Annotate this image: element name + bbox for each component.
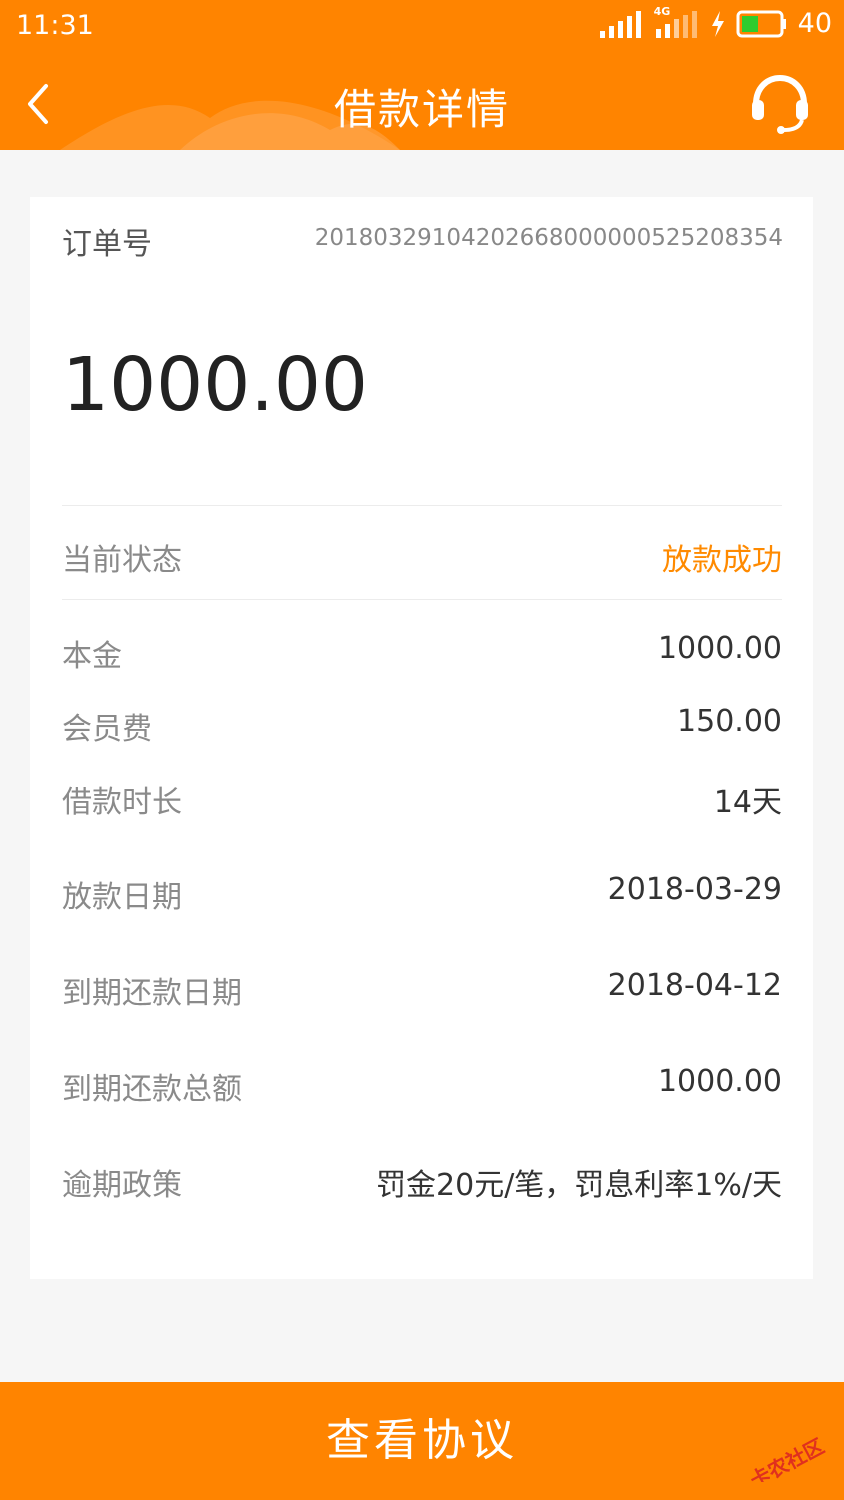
order-number-label: 订单号 — [62, 227, 152, 262]
charging-icon — [711, 10, 724, 37]
detail-row-disbursement-date: 放款日期 2018-03-29 — [62, 872, 782, 915]
footer-bar: 查看协议 卡农社区 — [0, 1382, 844, 1500]
status-icons: 4G 40 — [598, 5, 832, 39]
detail-value: 1000.00 — [657, 1064, 782, 1099]
view-agreement-button[interactable]: 查看协议 — [0, 1382, 844, 1500]
loan-amount: 1000.00 — [62, 342, 369, 428]
divider — [62, 505, 782, 506]
detail-row-overdue-policy: 逾期政策 罚金20元/笔，罚息利率1%/天 — [62, 1160, 782, 1203]
detail-value: 1000.00 — [657, 631, 782, 666]
status-value: 放款成功 — [662, 543, 782, 578]
order-number-value: 20180329104202668000000525208354 — [314, 225, 783, 251]
detail-row-member-fee: 会员费 150.00 — [62, 704, 782, 747]
watermark: 卡农社区 — [736, 1412, 836, 1493]
detail-value: 14天 — [713, 785, 782, 820]
status-row: 当前状态 放款成功 — [62, 535, 782, 578]
signal-icon — [599, 10, 641, 38]
app-header: 11:31 4G 40 借款详情 — [0, 0, 844, 150]
detail-label: 到期还款日期 — [62, 976, 242, 1011]
detail-value: 150.00 — [677, 704, 782, 739]
nav-bar: 借款详情 — [0, 52, 844, 150]
detail-label: 借款时长 — [62, 785, 182, 820]
signal-4g-indicator: 4G — [654, 5, 700, 39]
detail-label: 本金 — [62, 639, 122, 674]
battery-level: 40 — [797, 8, 832, 39]
signal-4g-icon — [655, 10, 697, 38]
status-bar: 11:31 4G 40 — [0, 0, 844, 52]
loan-detail-card: 订单号 20180329104202668000000525208354 100… — [30, 197, 813, 1279]
battery-icon — [736, 10, 786, 37]
detail-label: 放款日期 — [62, 880, 182, 915]
detail-label: 会员费 — [62, 712, 152, 747]
headset-icon[interactable] — [748, 70, 812, 134]
detail-row-loan-term: 借款时长 14天 — [62, 777, 782, 820]
detail-row-due-date: 到期还款日期 2018-04-12 — [62, 968, 782, 1011]
detail-row-due-total: 到期还款总额 1000.00 — [62, 1064, 782, 1107]
divider — [62, 599, 782, 600]
detail-value: 2018-04-12 — [607, 968, 782, 1003]
detail-label: 到期还款总额 — [62, 1072, 242, 1107]
detail-value: 2018-03-29 — [607, 872, 782, 907]
page-title: 借款详情 — [333, 85, 510, 134]
status-label: 当前状态 — [62, 543, 182, 578]
detail-value: 罚金20元/笔，罚息利率1%/天 — [376, 1168, 782, 1203]
detail-label: 逾期政策 — [62, 1168, 182, 1203]
watermark-text: 卡农社区 — [746, 1434, 828, 1482]
detail-row-principal: 本金 1000.00 — [62, 631, 782, 674]
watermark-logo-icon: 卡农社区 — [746, 1434, 828, 1493]
status-time: 11:31 — [16, 10, 94, 41]
